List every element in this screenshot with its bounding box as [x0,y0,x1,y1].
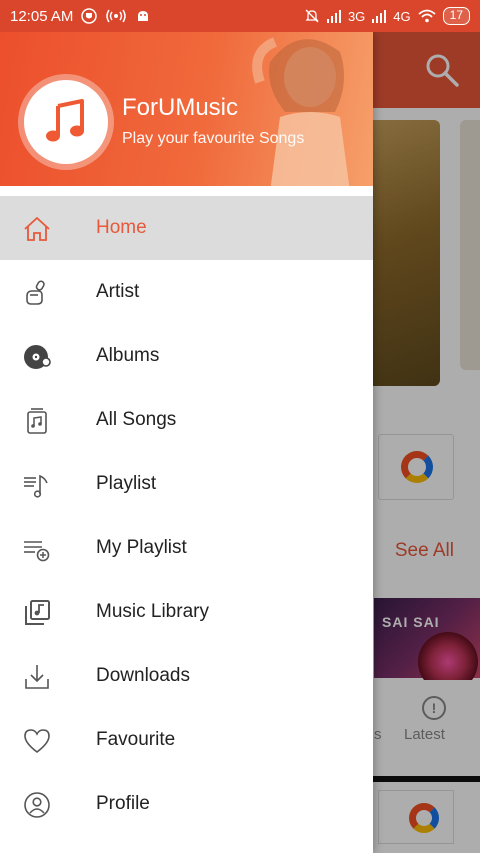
heart-icon [24,729,50,754]
all-songs-icon [27,408,47,434]
menu-label-all-songs: All Songs [96,409,177,430]
music-note-icon [46,99,84,142]
signal-icon [326,10,341,23]
menu-item-all-songs[interactable]: All Songs [0,388,373,452]
my-playlist-icon [24,541,50,562]
menu-label-favourite: Favourite [96,729,176,750]
app-logo [24,80,108,164]
menu-label-my-playlist: My Playlist [96,537,187,558]
playlist-icon [24,474,48,498]
menu-item-playlist[interactable]: Playlist [0,452,373,516]
download-icon [25,665,49,689]
menu-label-home: Home [96,217,147,238]
wifi-icon [418,9,436,23]
music-library-icon [25,600,50,625]
status-bar: 12:05 AM 3G 4G 17 [0,0,480,32]
profile-icon [24,792,50,818]
shield-icon [81,8,98,24]
app-tagline: Play your favourite Songs [122,130,305,147]
mute-bell-icon [305,9,319,23]
status-time: 12:05 AM [10,7,74,25]
menu-item-favourite[interactable]: Favourite [0,708,373,772]
menu-item-profile[interactable]: Profile [0,772,373,836]
signal-icon-2 [372,10,387,23]
drawer-menu: Home Artist Albums All Songs Playlist My… [0,196,373,836]
app-name: ForUMusic [122,94,239,121]
network-type: 3G [347,8,366,24]
battery-indicator: 17 [442,7,470,25]
header-singer-image [252,37,350,186]
menu-label-profile: Profile [96,793,150,814]
menu-item-downloads[interactable]: Downloads [0,644,373,708]
artist-icon [26,280,45,305]
network-type-2: 4G [393,8,411,24]
menu-label-artist: Artist [96,281,140,302]
menu-label-playlist: Playlist [96,473,157,494]
menu-item-my-playlist[interactable]: My Playlist [0,516,373,580]
home-icon [24,217,50,241]
broadcast-icon [106,9,127,23]
navigation-drawer: ForUMusic Play your favourite Songs Home… [0,32,373,853]
android-icon [138,11,149,21]
drawer-header: ForUMusic Play your favourite Songs [0,32,373,186]
menu-label-downloads: Downloads [96,665,190,686]
album-disc-icon [24,345,51,369]
menu-item-albums[interactable]: Albums [0,324,373,388]
menu-item-home[interactable]: Home [0,196,373,260]
menu-item-music-library[interactable]: Music Library [0,580,373,644]
menu-item-artist[interactable]: Artist [0,260,373,324]
menu-label-albums: Albums [96,345,160,366]
menu-label-music-library: Music Library [96,601,209,622]
header-divider [0,186,373,196]
